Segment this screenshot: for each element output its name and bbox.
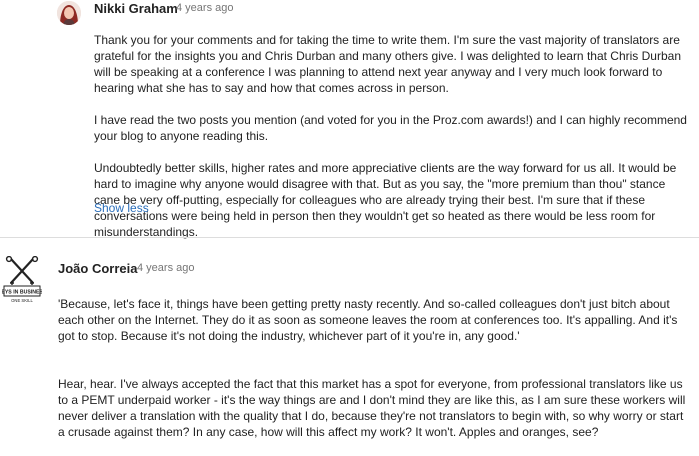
comment-paragraph: Hear, hear. I've always accepted the fac… [58, 377, 686, 439]
avatar[interactable] [57, 1, 81, 25]
comment-author[interactable]: João Correia [58, 261, 137, 276]
user-portrait-icon [57, 1, 81, 25]
crossed-keys-logo-icon: KEYS IN BUSINESS ONE SKILL [0, 255, 47, 303]
svg-text:KEYS IN BUSINESS: KEYS IN BUSINESS [2, 290, 42, 296]
comment-timestamp[interactable]: 4 years ago [176, 2, 233, 14]
svg-text:ONE SKILL: ONE SKILL [11, 298, 33, 303]
comment-paragraph: 'Because, let's face it, things have bee… [58, 297, 678, 343]
comment-paragraph: I have read the two posts you mention (a… [94, 113, 687, 143]
comment-paragraph: Undoubtedly better skills, higher rates … [94, 161, 677, 239]
comment-body: 'Because, let's face it, things have bee… [58, 280, 688, 456]
comment-divider [0, 237, 699, 238]
avatar[interactable]: KEYS IN BUSINESS ONE SKILL [0, 255, 47, 314]
comment-author[interactable]: Nikki Graham [94, 1, 178, 16]
comment-paragraph: Thank you for your comments and for taki… [94, 33, 681, 95]
comment-nikki-graham: Nikki Graham 4 years ago Thank you for y… [0, 0, 699, 239]
comment-timestamp[interactable]: 4 years ago [137, 262, 194, 274]
comment-body: Thank you for your comments and for taki… [94, 16, 694, 256]
show-less-link[interactable]: Show less [94, 201, 149, 215]
